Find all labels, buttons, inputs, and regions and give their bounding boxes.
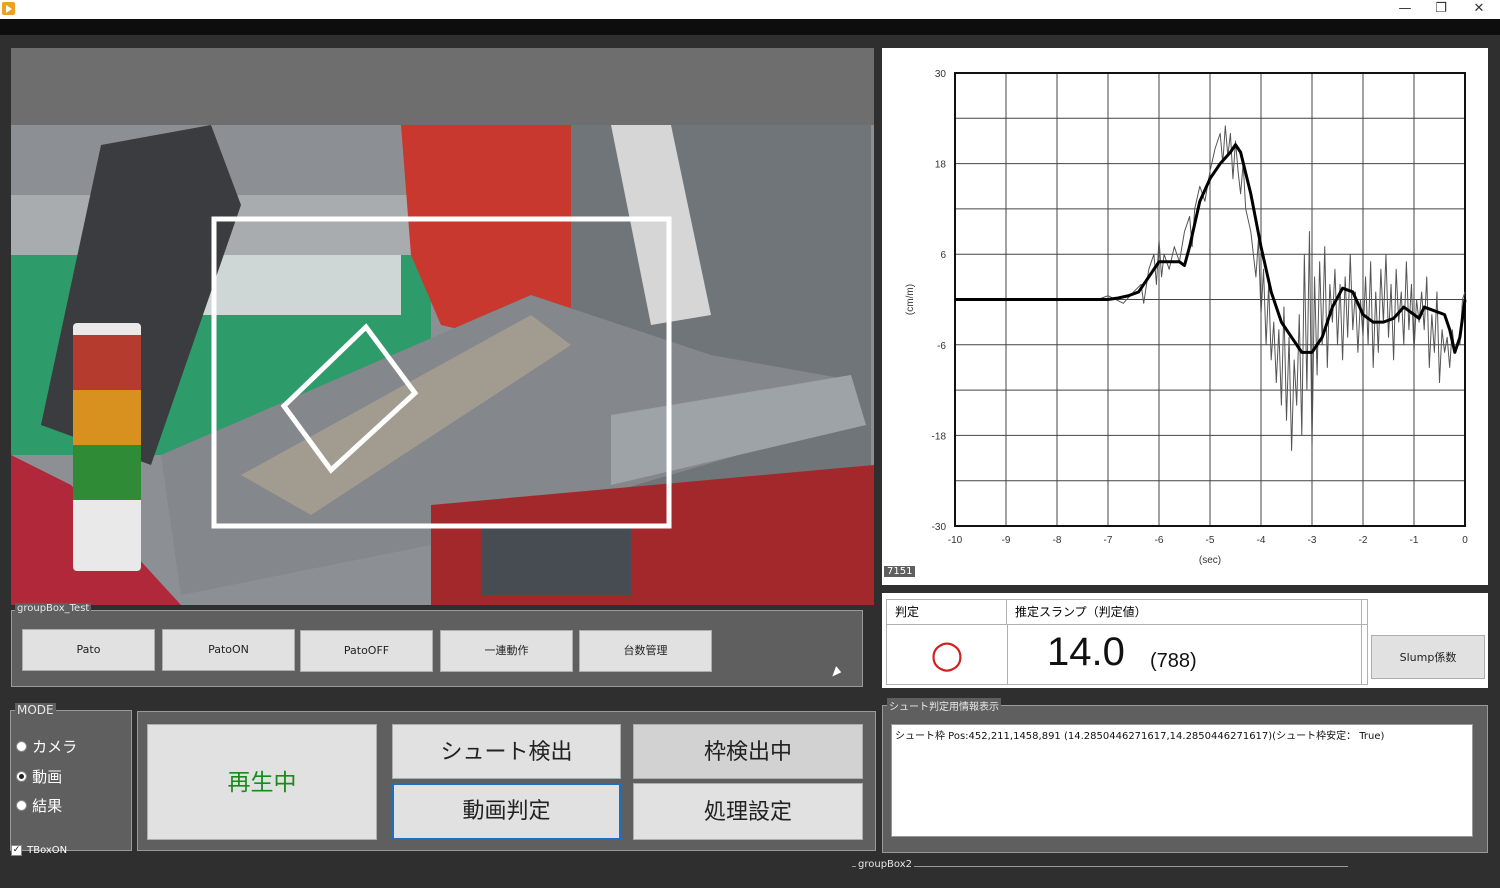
tbox-checkbox[interactable]: ✓ TBoxON (11, 840, 67, 859)
sequence-button[interactable]: 一連動作 (440, 630, 573, 672)
title-bar: — ❐ ✕ (0, 0, 1500, 19)
chute-detect-button[interactable]: シュート検出 (392, 724, 621, 779)
y-tick-label: 18 (935, 160, 947, 171)
mode-option-result[interactable]: 結果 (16, 795, 62, 816)
x-tick-label: -7 (1104, 535, 1113, 546)
frame-counter: 7151 (884, 566, 916, 577)
x-tick-label: -4 (1257, 535, 1266, 546)
minimize-button[interactable]: — (1387, 0, 1423, 19)
y-tick-label: 6 (940, 250, 946, 261)
table-scroll-edge (1361, 600, 1368, 684)
mode-option-video[interactable]: 動画 (16, 766, 62, 787)
groupbox2-label: groupBox2 (856, 859, 914, 870)
x-axis-label: (sec) (1199, 555, 1221, 566)
mode-label: MODE (15, 703, 56, 717)
app-icon (2, 2, 15, 15)
x-tick-label: -2 (1359, 535, 1368, 546)
mode-option-camera[interactable]: カメラ (16, 736, 77, 757)
radio-icon (16, 800, 27, 811)
unit-management-button[interactable]: 台数管理 (579, 630, 712, 672)
x-tick-label: -3 (1308, 535, 1317, 546)
x-tick-label: -8 (1053, 535, 1062, 546)
y-tick-label: -6 (937, 341, 946, 352)
checkbox-checked-icon: ✓ (11, 845, 22, 856)
judge-column-header: 判定 (887, 600, 1007, 625)
video-judge-button[interactable]: 動画判定 (392, 783, 621, 840)
chute-info-label: シュート判定用情報表示 (887, 698, 1001, 713)
x-tick-label: 0 (1462, 535, 1468, 546)
chute-info-textbox[interactable]: シュート枠 Pos:452,211,1458,891 (14.285044627… (891, 724, 1473, 837)
pato-off-button[interactable]: PatoOFF (300, 630, 433, 672)
video-frame (11, 125, 874, 605)
x-tick-label: -5 (1206, 535, 1215, 546)
frame-detecting-button[interactable]: 枠検出中 (633, 724, 863, 779)
playing-status-button[interactable]: 再生中 (147, 724, 377, 840)
toolbar-strip (0, 19, 1500, 35)
judge-result-circle: ○ (887, 625, 1008, 684)
slump-raw-value: (788) (1150, 650, 1197, 672)
pato-on-button[interactable]: PatoON (162, 629, 295, 671)
y-tick-label: -30 (932, 522, 947, 533)
radio-selected-icon (16, 771, 27, 782)
x-tick-label: -9 (1002, 535, 1011, 546)
slump-column-header: 推定スランプ（判定値） (1007, 600, 1367, 625)
x-tick-label: -1 (1410, 535, 1419, 546)
process-settings-button[interactable]: 処理設定 (633, 783, 863, 840)
y-tick-label: -18 (932, 431, 947, 442)
pato-button[interactable]: Pato (22, 629, 155, 671)
slump-chart: -10 -9 -8 -7 -6 -5 -4 -3 -2 -1 030186-6-18-30(sec)… (905, 69, 1468, 566)
restore-button[interactable]: ❐ (1423, 0, 1459, 19)
x-tick-label: -10 (948, 535, 963, 546)
chart-panel: -10 -9 -8 -7 -6 -5 -4 -3 -2 -1 0 30 18 6 -6 -18 -30 (sec)… (882, 48, 1488, 585)
y-tick-label: 30 (935, 69, 947, 80)
slump-coefficient-button[interactable]: Slump係数 (1371, 635, 1485, 679)
slump-value: 14.0 (1047, 630, 1125, 674)
video-panel (11, 48, 874, 605)
x-tick-label: -6 (1155, 535, 1164, 546)
y-axis-label: (cm/m) (905, 284, 916, 315)
close-button[interactable]: ✕ (1461, 0, 1497, 19)
groupbox2 (852, 866, 1348, 888)
radio-icon (16, 741, 27, 752)
groupbox-test-label: groupBox_Test (15, 603, 92, 614)
judgement-table: 判定 推定スランプ（判定値） ○ 14.0 (788) (886, 599, 1368, 685)
